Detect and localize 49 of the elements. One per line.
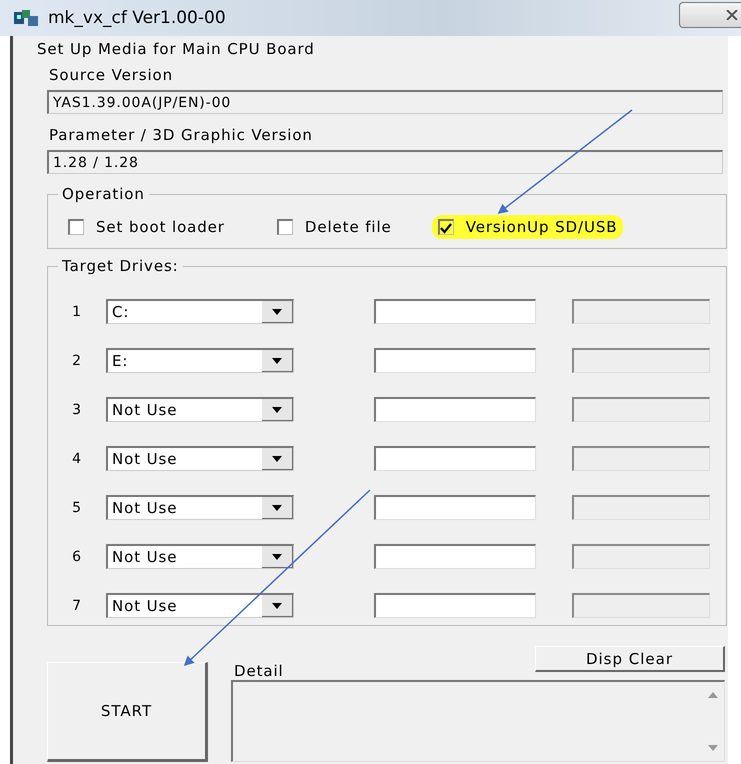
group-title: Operation [58,185,149,203]
drive-dropdown[interactable]: Not Use [106,495,294,520]
drive-number: 5 [71,500,83,516]
caret-icon [272,554,282,560]
caret-icon [272,602,282,608]
caret-icon [272,504,282,510]
checkbox[interactable] [68,219,84,235]
checkbox-label[interactable]: Delete file [304,218,392,236]
app-icon [14,10,38,26]
drive-number: 4 [71,450,83,466]
drive-dropdown[interactable]: C: [106,299,294,324]
group-title: Target Drives: [58,257,183,275]
source-version-field: YAS1.39.00A(JP/EN)-00 [47,90,723,114]
input-field[interactable] [374,299,536,324]
checkbox-label[interactable]: Set boot loader [96,218,225,236]
input-field[interactable] [374,348,536,373]
scroll-down-icon[interactable] [708,745,718,751]
input-field[interactable] [374,397,536,422]
caret-icon [272,358,282,364]
heading: Set Up Media for Main CPU Board [37,40,316,58]
input-field[interactable] [374,593,536,618]
field-label: Source Version [49,66,174,84]
drive-dropdown[interactable]: Not Use [106,544,294,569]
input-field[interactable] [374,544,536,569]
detail-label: Detail [233,662,284,680]
scroll-up-icon[interactable] [708,692,718,698]
field-label: Parameter / 3D Graphic Version [49,126,314,144]
caret-icon [272,308,282,314]
caret-icon [272,456,282,462]
drive-number: 1 [71,304,83,320]
drive-dropdown[interactable]: Not Use [106,397,294,422]
disp-clear-button[interactable]: Disp Clear [535,646,725,672]
window-title: mk_vx_cf Ver1.00-00 [48,8,226,28]
drive-dropdown[interactable]: E: [106,348,294,373]
drive-number: 3 [71,402,83,418]
drive-dropdown[interactable]: Not Use [106,446,294,471]
parameter-version-field: 1.28 / 1.28 [47,150,723,174]
input-field[interactable] [374,495,536,520]
checkbox[interactable] [438,219,454,235]
drive-number: 6 [71,548,83,564]
drive-number: 2 [71,352,83,368]
close-button[interactable] [679,2,741,28]
close-icon [725,10,739,20]
caret-icon [272,406,282,412]
checkbox[interactable] [276,219,293,235]
drive-number: 7 [71,598,83,614]
drive-dropdown[interactable]: Not Use [106,593,294,618]
start-button[interactable]: START [47,662,208,762]
input-field[interactable] [374,446,536,471]
